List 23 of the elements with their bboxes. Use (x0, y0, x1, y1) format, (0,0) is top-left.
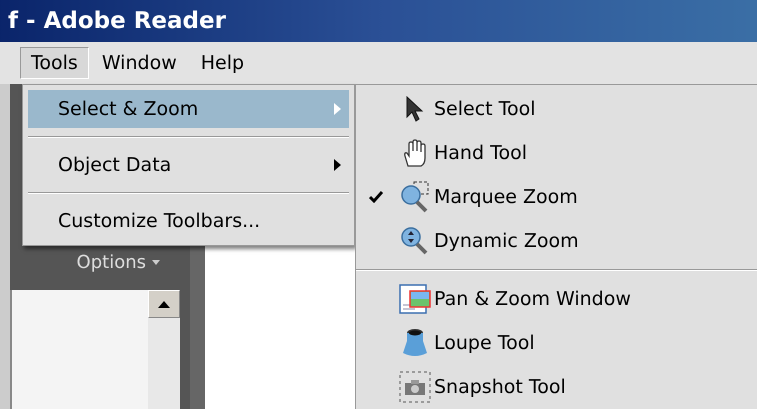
dropdown-caret-icon (152, 260, 160, 265)
arrow-pointer-icon (404, 96, 426, 122)
menu-item[interactable]: Window (90, 47, 188, 79)
menu-item[interactable]: Tools (20, 47, 89, 79)
submenu-item[interactable]: Loupe Tool (356, 321, 757, 365)
submenu-item[interactable]: Dynamic Zoom (356, 219, 757, 263)
submenu-item[interactable]: Select Tool (356, 87, 757, 131)
up-triangle-icon (158, 300, 170, 308)
window-title: f - Adobe Reader (8, 6, 226, 36)
window-picture-icon (399, 283, 431, 315)
submenu-item[interactable]: Marquee Zoom (356, 175, 757, 219)
magnifier-icon (399, 181, 431, 213)
menu-entry[interactable]: Object Data (28, 146, 349, 184)
submenu-item[interactable]: Hand Tool (356, 131, 757, 175)
submenu-item[interactable]: Snapshot Tool (356, 365, 757, 409)
options-label[interactable]: Options (76, 252, 146, 274)
loupe-icon (401, 327, 429, 359)
menu-entry[interactable]: Customize Toolbars... (28, 202, 349, 240)
menu-entry[interactable]: Select & Zoom (28, 90, 349, 128)
menu-item[interactable]: Help (190, 47, 256, 79)
submenu-item[interactable]: Pan & Zoom Window (356, 277, 757, 321)
camera-icon (399, 371, 431, 403)
scroll-up-button[interactable] (148, 290, 180, 318)
